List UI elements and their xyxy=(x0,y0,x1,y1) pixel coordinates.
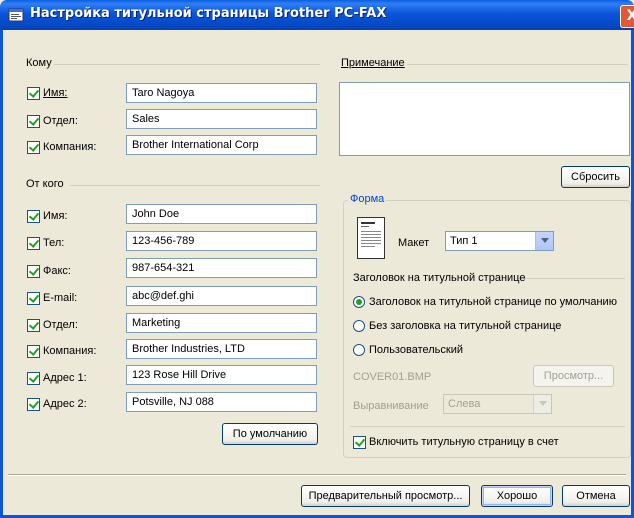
radio-custom-header[interactable] xyxy=(353,344,365,356)
cancel-button[interactable]: Отмена xyxy=(562,485,630,507)
note-group-label: Примечание xyxy=(339,57,407,69)
radio-no-header-label: Без заголовка на титульной странице xyxy=(369,320,562,332)
radio-default-header-label: Заголовок на титульной странице по умолч… xyxy=(369,296,617,308)
ok-button[interactable]: Хорошо xyxy=(481,485,553,507)
from-department-checkbox[interactable] xyxy=(27,319,40,332)
from-phone-label: Тел: xyxy=(43,237,65,249)
to-company-checkbox[interactable] xyxy=(27,141,40,154)
from-address1-field[interactable]: 123 Rose Hill Drive xyxy=(126,365,317,385)
from-address2-label: Адрес 2: xyxy=(43,398,87,410)
to-company-field[interactable]: Brother International Corp xyxy=(126,135,317,155)
from-phone-field[interactable]: 123-456-789 xyxy=(126,231,317,251)
from-name-field[interactable]: John Doe xyxy=(126,204,317,224)
from-address2-field[interactable]: Potsville, NJ 088 xyxy=(126,392,317,412)
to-department-label: Отдел: xyxy=(43,115,78,127)
from-company-checkbox[interactable] xyxy=(27,345,40,358)
layout-label: Макет xyxy=(398,237,430,249)
radio-no-header[interactable] xyxy=(353,320,365,332)
from-department-field[interactable]: Marketing xyxy=(126,313,317,333)
reset-button[interactable]: Сбросить xyxy=(561,166,630,188)
to-department-checkbox[interactable] xyxy=(27,115,40,128)
form-group-label: Форма xyxy=(348,193,387,205)
window-title: Настройка титульной страницы Brother PC-… xyxy=(30,6,387,21)
to-department-field[interactable]: Sales xyxy=(126,109,317,129)
from-address1-checkbox[interactable] xyxy=(27,372,40,385)
to-name-field[interactable]: Taro Nagoya xyxy=(126,83,317,103)
from-fax-checkbox[interactable] xyxy=(27,265,40,278)
from-company-label: Компания: xyxy=(43,345,97,357)
include-cover-label: Включить титульную страницу в счет xyxy=(369,436,559,448)
layout-select-value: Тип 1 xyxy=(450,235,478,247)
include-cover-checkbox[interactable] xyxy=(353,436,366,449)
radio-default-header[interactable] xyxy=(353,296,365,308)
from-email-checkbox[interactable] xyxy=(27,292,40,305)
layout-select[interactable]: Тип 1 xyxy=(445,231,554,251)
form-divider xyxy=(350,426,625,427)
from-company-field[interactable]: Brother Industries, LTD xyxy=(126,339,317,359)
from-name-label: Имя: xyxy=(43,210,68,222)
from-email-field[interactable]: abc@def.ghi xyxy=(126,286,317,306)
dialog-window: Настройка титульной страницы Brother PC-… xyxy=(0,0,634,518)
app-icon xyxy=(8,8,24,22)
to-name-label: Имя: xyxy=(43,87,68,99)
to-name-checkbox[interactable] xyxy=(27,87,40,100)
header-group-line xyxy=(517,278,625,279)
from-name-checkbox[interactable] xyxy=(27,210,40,223)
default-button[interactable]: По умолчанию xyxy=(222,423,318,445)
page-preview-icon xyxy=(357,217,385,259)
title-bar[interactable]: Настройка титульной страницы Brother PC-… xyxy=(0,0,634,30)
from-address1-label: Адрес 1: xyxy=(43,372,87,384)
to-group-label: Кому xyxy=(24,57,54,69)
to-company-label: Компания: xyxy=(43,141,97,153)
preview-button[interactable]: Предварительный просмотр... xyxy=(301,485,470,507)
chevron-down-icon[interactable] xyxy=(535,232,553,250)
from-fax-label: Факс: xyxy=(43,265,71,277)
chevron-down-icon[interactable] xyxy=(533,395,551,413)
file-name-label: COVER01.BMP xyxy=(353,371,432,383)
from-email-label: E-mail: xyxy=(43,292,78,304)
header-group-label: Заголовок на титульной странице xyxy=(353,272,526,284)
align-label: Выравнивание xyxy=(353,400,429,412)
window-frame-left xyxy=(0,30,3,518)
footer-separator xyxy=(8,474,626,476)
align-select-value: Слева xyxy=(448,398,481,410)
from-group-line xyxy=(70,185,320,186)
from-group-label: От кого xyxy=(24,178,66,190)
from-phone-checkbox[interactable] xyxy=(27,237,40,250)
note-group-line xyxy=(406,64,628,65)
close-icon: X xyxy=(626,8,634,24)
close-button[interactable]: X xyxy=(620,5,634,28)
to-group-line xyxy=(52,64,320,65)
from-address2-checkbox[interactable] xyxy=(27,398,40,411)
from-department-label: Отдел: xyxy=(43,319,78,331)
align-select[interactable]: Слева xyxy=(443,394,552,414)
from-fax-field[interactable]: 987-654-321 xyxy=(126,258,317,278)
note-textarea[interactable] xyxy=(339,82,630,156)
radio-custom-header-label: Пользовательский xyxy=(369,344,463,356)
browse-button[interactable]: Просмотр... xyxy=(533,365,614,387)
